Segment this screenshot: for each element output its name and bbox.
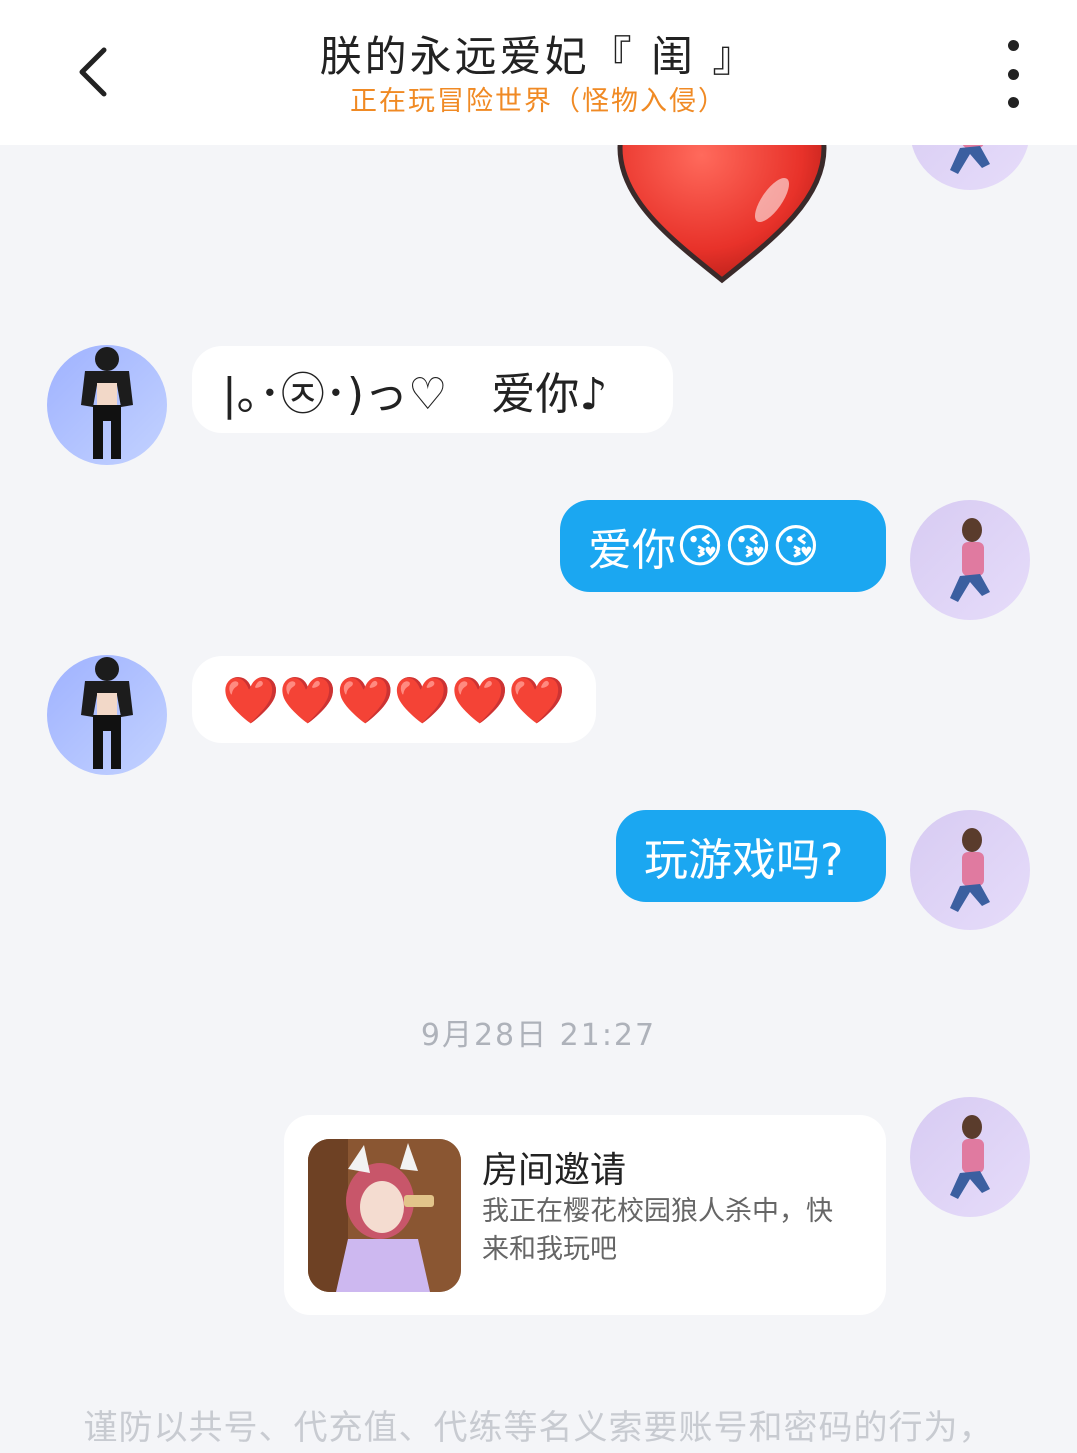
- chat-title: 朕的永远爱妃『 闺 』: [319, 32, 758, 81]
- message-bubble-outgoing[interactable]: 爱你 😘😘😘: [560, 500, 886, 592]
- chat-title-block[interactable]: 朕的永远爱妃『 闺 』 正在玩冒险世界（怪物入侵）: [220, 30, 857, 120]
- avatar-figure: [950, 518, 990, 602]
- invite-description: 我正在樱花校园狼人杀中，快来和我玩吧: [482, 1196, 833, 1265]
- chat-header: 朕的永远爱妃『 闺 』 正在玩冒险世界（怪物入侵）: [0, 0, 1077, 145]
- game-thumbnail: [308, 1139, 461, 1292]
- my-avatar[interactable]: [910, 810, 1030, 930]
- chat-status: 正在玩冒险世界（怪物入侵）: [350, 86, 727, 117]
- kiss-emoji-group: 😘😘😘: [676, 519, 820, 573]
- message-bubble-incoming[interactable]: ❤️❤️❤️❤️❤️❤️: [192, 656, 596, 743]
- message-bubble-outgoing[interactable]: 玩游戏吗?: [616, 810, 886, 902]
- friend-avatar[interactable]: [47, 655, 167, 775]
- avatar-figure: [950, 1115, 990, 1199]
- avatar-figure: [81, 657, 133, 769]
- my-avatar[interactable]: [910, 500, 1030, 620]
- message-text: 玩游戏吗?: [644, 835, 844, 886]
- message-text: |｡･㉨･)っ♡ 爱你♪: [222, 368, 608, 420]
- message-text: 爱你: [588, 525, 676, 576]
- friend-avatar[interactable]: [47, 345, 167, 465]
- room-invite-card[interactable]: 房间邀请 我正在樱花校园狼人杀中，快来和我玩吧: [284, 1115, 886, 1315]
- invite-title: 房间邀请: [482, 1150, 627, 1191]
- avatar-figure: [950, 828, 990, 912]
- avatar-figure: [81, 347, 133, 459]
- chevron-left-icon: [79, 47, 107, 97]
- message-bubble-incoming[interactable]: |｡･㉨･)っ♡ 爱你♪: [192, 346, 673, 433]
- security-notice: 谨防以共号、代充值、代练等名义索要账号和密码的行为，: [83, 1408, 994, 1448]
- heart-emoji-group: ❤️❤️❤️❤️❤️❤️: [222, 672, 566, 727]
- more-vertical-icon: [1007, 40, 1019, 51]
- message-timestamp: 9月28日 21:27: [420, 1018, 657, 1053]
- more-options-button[interactable]: [990, 40, 1036, 108]
- back-button[interactable]: [62, 40, 126, 104]
- my-avatar[interactable]: [910, 1097, 1030, 1217]
